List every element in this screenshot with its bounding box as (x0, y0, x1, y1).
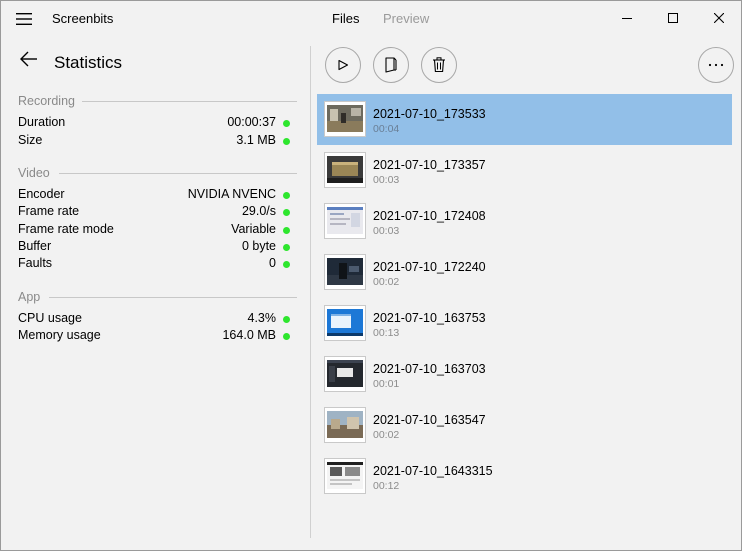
file-list-item[interactable]: 2021-07-10_163753 00:13 (317, 298, 732, 349)
stat-value: 4.3% (247, 311, 277, 325)
status-dot-icon (283, 209, 290, 216)
file-duration: 00:03 (373, 225, 400, 237)
status-dot-icon (283, 120, 290, 127)
stat-value: NVIDIA NVENC (187, 187, 276, 201)
play-button[interactable] (325, 47, 361, 83)
stat-value: Variable (231, 222, 276, 236)
tab-preview[interactable]: Preview (383, 11, 429, 26)
trash-icon (433, 57, 445, 73)
file-list-item[interactable]: 2021-07-10_163547 00:02 (317, 400, 732, 451)
video-thumbnail (324, 101, 366, 137)
play-icon (338, 59, 349, 71)
section-divider (59, 173, 297, 174)
file-duration: 00:01 (373, 378, 400, 390)
section-divider (49, 297, 297, 298)
status-dot-icon (283, 227, 290, 234)
stat-label: Size (18, 133, 43, 147)
file-name: 2021-07-10_172408 (373, 209, 486, 223)
stat-row-duration: Duration 00:00:37 (18, 115, 290, 132)
status-dot-icon (283, 261, 290, 268)
minimize-icon (622, 18, 632, 19)
minimize-button[interactable] (604, 1, 650, 35)
stat-value: 00:00:37 (227, 115, 276, 129)
file-list-item[interactable]: 2021-07-10_173357 00:03 (317, 145, 732, 196)
stat-row-buffer: Buffer 0 byte (18, 239, 290, 256)
section-divider (82, 101, 297, 102)
maximize-icon (668, 13, 678, 23)
file-name: 2021-07-10_1643315 (373, 464, 493, 478)
stat-label: CPU usage (18, 311, 82, 325)
stat-row-memory-usage: Memory usage 164.0 MB (18, 328, 290, 345)
video-thumbnail (324, 203, 366, 239)
video-thumbnail (324, 356, 366, 392)
stat-label: Memory usage (18, 328, 101, 342)
status-dot-icon (283, 192, 290, 199)
stat-row-faults: Faults 0 (18, 256, 290, 273)
title-bar: Screenbits Files Preview (1, 1, 741, 37)
stat-value: 0 (269, 256, 276, 270)
open-folder-button[interactable] (373, 47, 409, 83)
section-heading-video: Video (18, 166, 50, 180)
stat-value: 29.0/s (241, 204, 276, 218)
file-name: 2021-07-10_173357 (373, 158, 486, 172)
tab-files[interactable]: Files (332, 11, 359, 26)
stat-label: Faults (18, 256, 53, 270)
file-list-item[interactable]: 2021-07-10_172240 00:02 (317, 247, 732, 298)
file-duration: 00:02 (373, 276, 400, 288)
video-thumbnail (324, 305, 366, 341)
stat-value: 0 byte (241, 239, 276, 253)
file-list-item[interactable]: 2021-07-10_173533 00:04 (317, 94, 732, 145)
stat-value: 164.0 MB (222, 328, 276, 342)
file-name: 2021-07-10_173533 (373, 107, 486, 121)
stat-label: Frame rate mode (18, 222, 114, 236)
video-thumbnail (324, 152, 366, 188)
close-icon (714, 13, 724, 23)
app-title: Screenbits (52, 11, 114, 26)
stat-row-cpu-usage: CPU usage 4.3% (18, 311, 290, 328)
stat-label: Duration (18, 115, 66, 129)
file-duration: 00:02 (373, 429, 400, 441)
statistics-panel: Statistics Recording Duration 00:00:37 S… (1, 37, 310, 551)
section-heading-app: App (18, 290, 41, 304)
maximize-button[interactable] (650, 1, 696, 35)
file-duration: 00:13 (373, 327, 400, 339)
status-dot-icon (283, 333, 290, 340)
status-dot-icon (283, 244, 290, 251)
file-duration: 00:03 (373, 174, 400, 186)
file-name: 2021-07-10_163547 (373, 413, 486, 427)
stat-row-encoder: Encoder NVIDIA NVENC (18, 187, 290, 204)
stat-label: Buffer (18, 239, 52, 253)
stat-row-frame-rate: Frame rate 29.0/s (18, 204, 290, 221)
status-dot-icon (283, 316, 290, 323)
hamburger-menu-icon[interactable] (11, 7, 37, 31)
file-duration: 00:04 (373, 123, 400, 135)
more-options-button[interactable] (698, 47, 734, 83)
file-list-item[interactable]: 2021-07-10_172408 00:03 (317, 196, 732, 247)
file-name: 2021-07-10_163703 (373, 362, 486, 376)
file-name: 2021-07-10_172240 (373, 260, 486, 274)
file-list-item[interactable]: 2021-07-10_163703 00:01 (317, 349, 732, 400)
panel-divider (310, 46, 311, 538)
app-window: Screenbits Files Preview Statistics Reco… (0, 0, 742, 551)
video-thumbnail (324, 254, 366, 290)
status-dot-icon (283, 138, 290, 145)
page-title: Statistics (54, 53, 123, 72)
video-thumbnail (324, 458, 366, 494)
delete-button[interactable] (421, 47, 457, 83)
video-thumbnail (324, 407, 366, 443)
close-button[interactable] (696, 1, 742, 35)
file-list-item[interactable]: 2021-07-10_1643315 00:12 (317, 451, 732, 502)
back-arrow-icon[interactable] (20, 51, 44, 73)
open-folder-icon (385, 57, 397, 73)
more-ellipsis-icon (708, 63, 724, 67)
stat-label: Encoder (18, 187, 65, 201)
section-heading-recording: Recording (18, 94, 75, 108)
stat-value: 3.1 MB (236, 133, 276, 147)
file-duration: 00:12 (373, 480, 400, 492)
file-name: 2021-07-10_163753 (373, 311, 486, 325)
stat-label: Frame rate (18, 204, 80, 218)
stat-row-size: Size 3.1 MB (18, 133, 290, 150)
stat-row-frame-rate-mode: Frame rate mode Variable (18, 222, 290, 239)
